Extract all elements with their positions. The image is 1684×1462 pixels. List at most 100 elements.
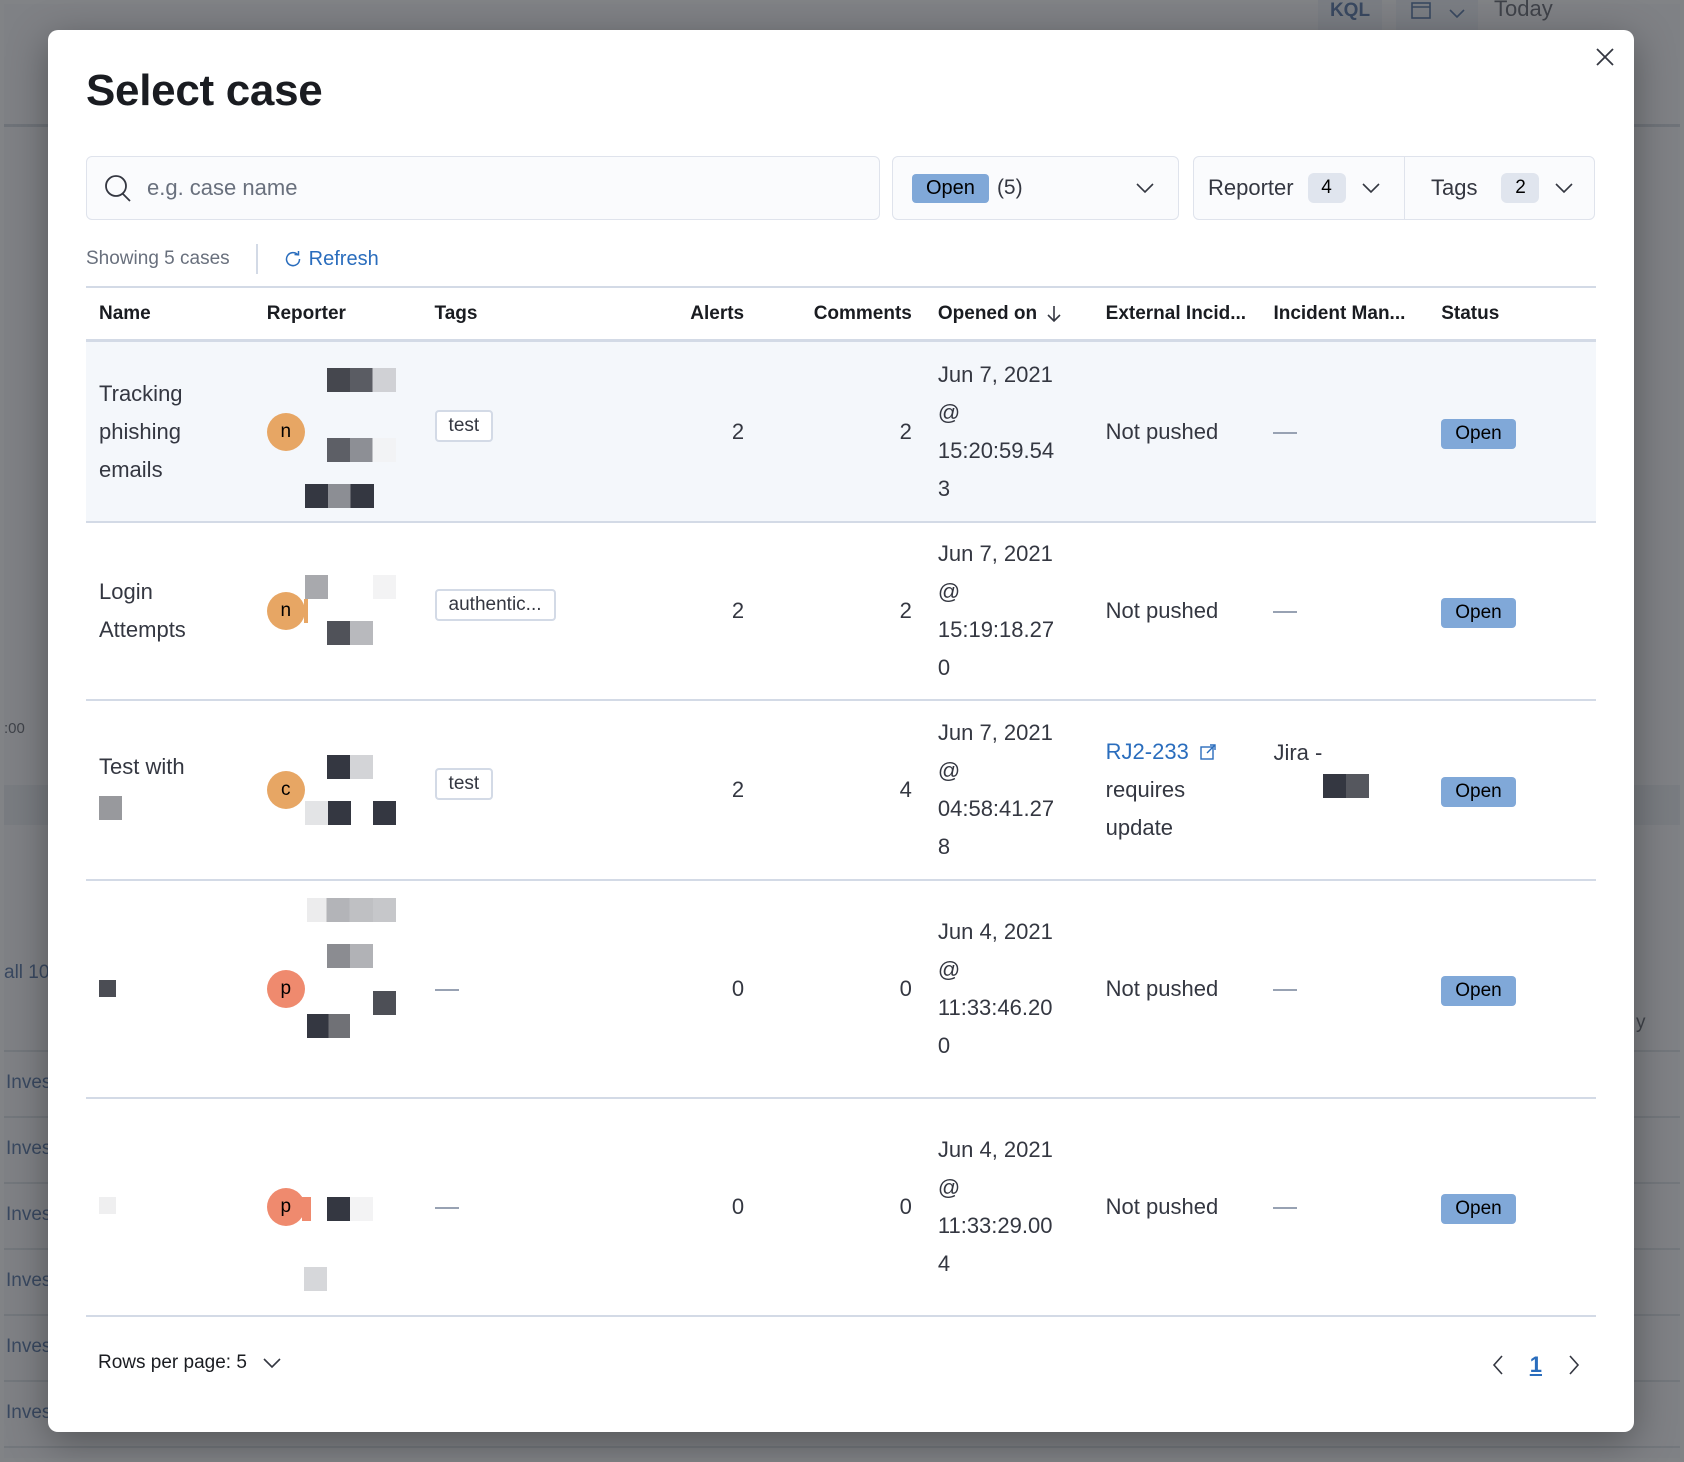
alerts-count: 2 xyxy=(731,777,745,802)
redacted-reporter-name xyxy=(326,944,373,968)
empty-dash xyxy=(1273,611,1298,614)
avatar: n xyxy=(266,412,305,451)
empty-dash xyxy=(1273,431,1298,434)
column-header-tags[interactable]: Tags xyxy=(422,303,590,325)
tag-badge[interactable]: test xyxy=(434,768,494,800)
tag-badge[interactable]: authentic... xyxy=(434,589,556,621)
redacted-reporter-name xyxy=(326,438,396,462)
table-row[interactable]: Login Attempts n authentic... 2 2 Jun 7,… xyxy=(86,523,1596,701)
table-row[interactable]: p 0 0 Jun 4, 2021 @ 11:33:29.00 4 Not pu… xyxy=(86,1099,1596,1317)
status-filter-select[interactable]: Open (5) xyxy=(892,156,1179,220)
redacted-reporter-name xyxy=(326,621,373,645)
external-incident-status: Not pushed xyxy=(1105,1194,1219,1219)
comments-count: 4 xyxy=(899,777,912,802)
reporter-cell: p xyxy=(254,1099,422,1315)
case-name: Test with xyxy=(99,754,185,779)
opened-on-date: Jun 7, 2021 @ 15:19:18.27 0 xyxy=(937,541,1055,680)
table-header: Name Reporter Tags Alerts Comments Opene… xyxy=(86,286,1596,342)
select-case-modal: Select case Open (5) Reporter 4 Tags 2 S… xyxy=(48,30,1634,1432)
empty-dash xyxy=(434,1207,459,1210)
search-input[interactable] xyxy=(147,175,847,201)
tags-cell xyxy=(422,970,590,1008)
redacted-case-name xyxy=(99,1197,116,1214)
previous-page-button[interactable] xyxy=(1490,1353,1506,1377)
case-name: Tracking phishing emails xyxy=(99,380,183,482)
table-row[interactable]: Tracking phishing emails n test 2 2 Jun … xyxy=(86,342,1596,523)
close-icon xyxy=(1596,48,1614,66)
column-header-name[interactable]: Name xyxy=(86,303,254,325)
page-number-button[interactable]: 1 xyxy=(1530,1352,1542,1378)
status-filter-count: (5) xyxy=(996,176,1023,199)
opened-on-date: Jun 7, 2021 @ 04:58:41.27 8 xyxy=(937,720,1055,859)
avatar: p xyxy=(266,970,305,1008)
tag-badge[interactable]: test xyxy=(434,409,494,442)
refresh-button[interactable]: Refresh xyxy=(284,248,379,271)
showing-count: Showing 5 cases xyxy=(86,248,230,269)
case-name: Login Attempts xyxy=(99,579,186,642)
redacted-reporter-name xyxy=(372,991,396,1015)
avatar: c xyxy=(266,771,305,809)
redacted-reporter-name xyxy=(372,575,396,599)
external-incident-link[interactable]: RJ2-233 xyxy=(1106,739,1217,764)
empty-dash xyxy=(434,989,459,992)
redacted-reporter-name xyxy=(372,801,396,825)
tags-filter-button[interactable]: Tags 2 xyxy=(1405,157,1594,219)
case-name-cell xyxy=(86,1188,254,1226)
incident-manager-cell xyxy=(1260,1188,1428,1226)
refresh-icon xyxy=(285,251,300,267)
redacted-reporter-name xyxy=(326,368,396,392)
redacted-reporter-name xyxy=(306,898,396,922)
refresh-label: Refresh xyxy=(308,247,379,270)
column-header-status[interactable]: Status xyxy=(1428,303,1596,325)
opened-on-date: Jun 4, 2021 @ 11:33:46.20 0 xyxy=(937,919,1053,1058)
status-filter-badge: Open xyxy=(912,173,989,203)
case-name-cell: Test with xyxy=(86,748,254,832)
case-name-cell: Tracking phishing emails xyxy=(86,375,254,489)
case-name-cell: Login Attempts xyxy=(86,573,254,649)
column-header-comments[interactable]: Comments xyxy=(757,303,925,325)
cases-table: Name Reporter Tags Alerts Comments Opene… xyxy=(86,286,1596,1317)
status-cell: Open xyxy=(1428,1188,1596,1226)
column-header-alerts[interactable]: Alerts xyxy=(589,303,757,325)
chevron-right-icon xyxy=(1569,1355,1580,1375)
reporter-cell: c xyxy=(254,701,422,879)
rows-per-page-button[interactable]: Rows per page: 5 xyxy=(98,1352,283,1374)
reporter-cell: p xyxy=(254,881,422,1097)
empty-dash xyxy=(1273,1207,1298,1210)
external-incident-id: RJ2-233 xyxy=(1105,739,1189,764)
column-header-incident-manager[interactable]: Incident Man... xyxy=(1260,303,1428,325)
sort-descending-icon xyxy=(1047,305,1061,322)
tags-cell: authentic... xyxy=(422,589,590,633)
redacted-incident-manager xyxy=(1323,774,1370,798)
redacted-reporter-name xyxy=(304,801,351,825)
filter-group: Reporter 4 Tags 2 xyxy=(1193,156,1595,220)
column-header-external-incident[interactable]: External Incid... xyxy=(1093,303,1261,325)
table-row[interactable]: p 0 0 Jun 4, 2021 @ 11:33:46.20 0 Not pu… xyxy=(86,881,1596,1099)
tags-cell xyxy=(422,1188,590,1226)
status-badge: Open xyxy=(1441,777,1516,807)
redacted-reporter-name xyxy=(326,755,373,779)
alerts-count: 0 xyxy=(731,1194,745,1219)
table-row[interactable]: Test with c test 2 4 Jun 7, 2021 @ 04:58… xyxy=(86,701,1596,881)
reporter-filter-button[interactable]: Reporter 4 xyxy=(1194,157,1405,219)
reporter-filter-count: 4 xyxy=(1307,173,1346,203)
status-cell: Open xyxy=(1428,970,1596,1008)
chevron-left-icon xyxy=(1492,1355,1503,1375)
avatar: n xyxy=(266,592,305,630)
column-header-reporter[interactable]: Reporter xyxy=(254,303,422,325)
alerts-count: 2 xyxy=(731,418,745,444)
external-incident-cell: RJ2-233 requires update xyxy=(1093,733,1261,847)
status-badge: Open xyxy=(1441,598,1516,628)
chevron-down-icon xyxy=(1362,183,1380,194)
search-field[interactable] xyxy=(86,156,880,220)
modal-title: Select case xyxy=(86,66,323,115)
next-page-button[interactable] xyxy=(1566,1353,1582,1377)
pagination: 1 xyxy=(1490,1352,1582,1378)
case-name-cell xyxy=(86,970,254,1009)
close-button[interactable] xyxy=(1590,42,1620,72)
meta-divider xyxy=(255,244,258,274)
column-header-opened-on[interactable]: Opened on xyxy=(925,303,1093,325)
external-incident-status: Not pushed xyxy=(1105,418,1219,444)
tags-filter-count: 2 xyxy=(1501,173,1540,203)
empty-dash xyxy=(1273,989,1298,992)
